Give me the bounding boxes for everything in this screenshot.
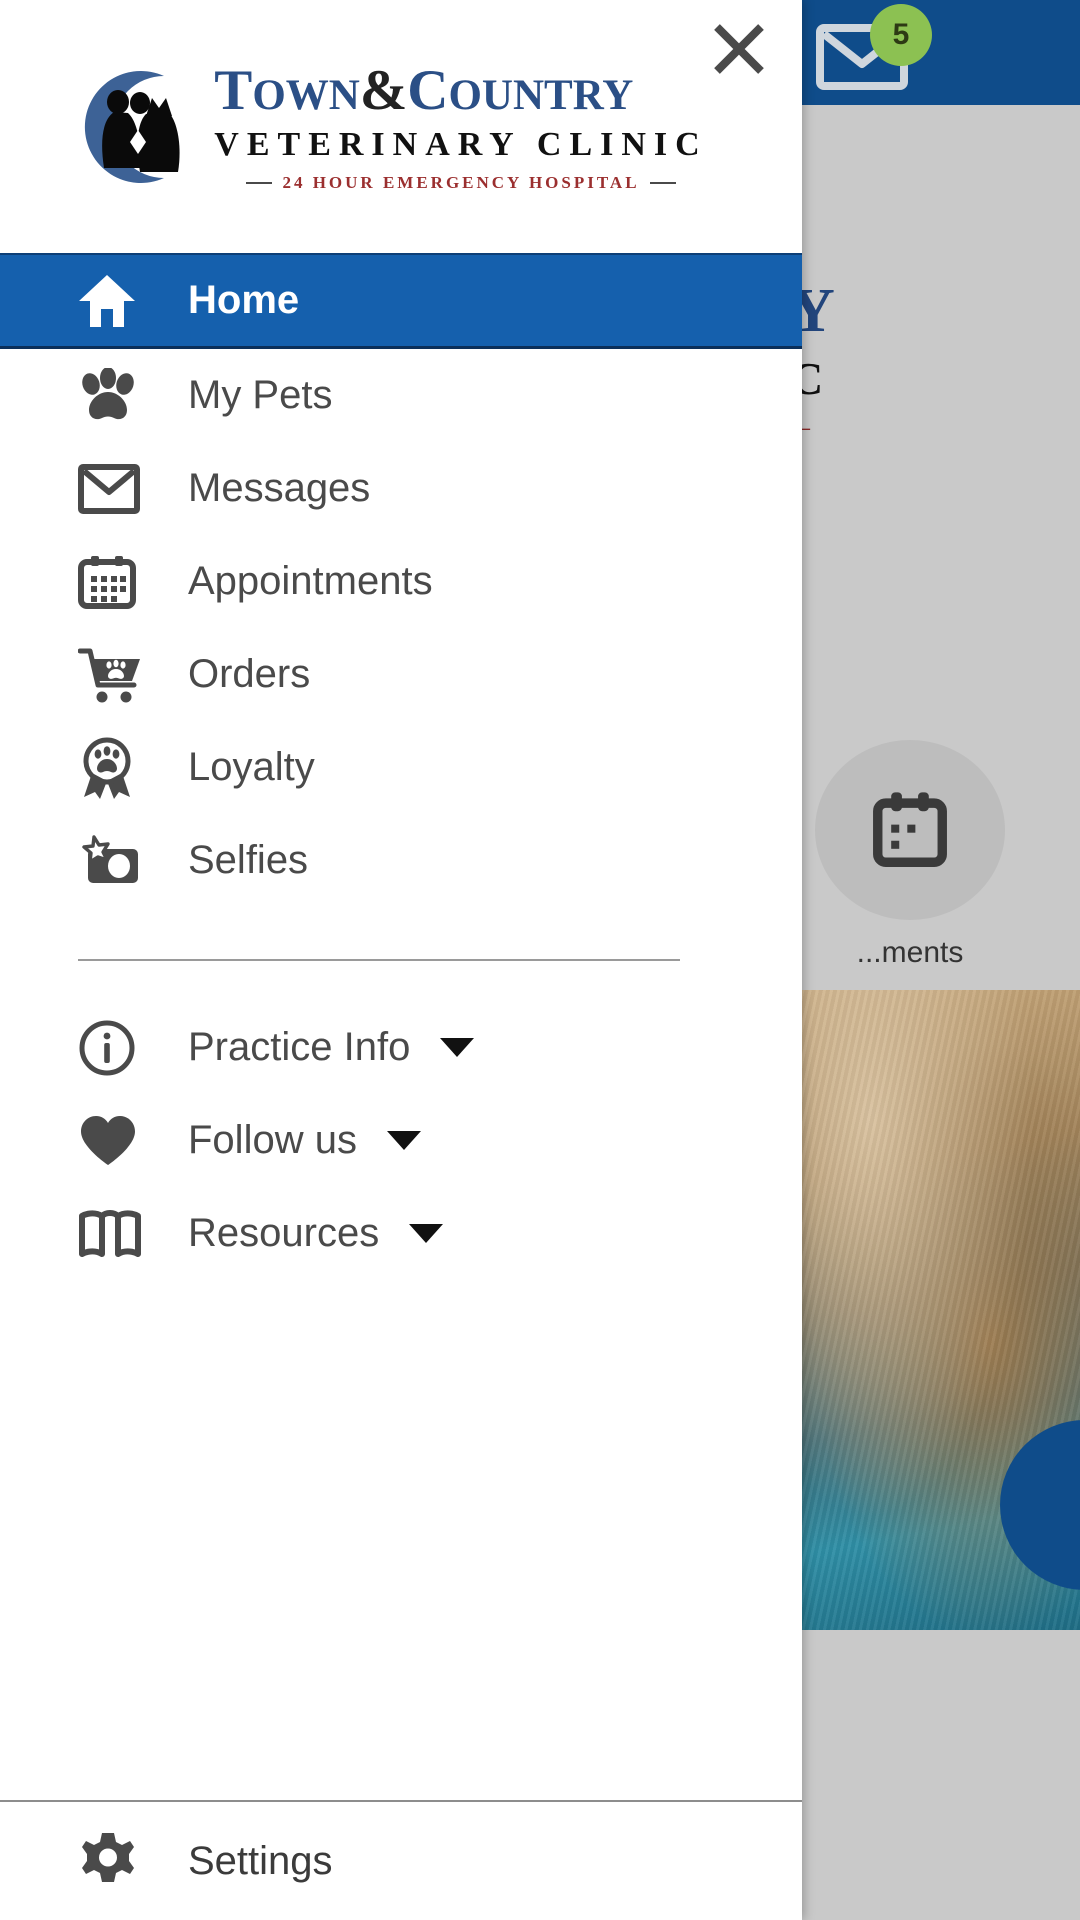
chevron-down-icon[interactable] [409, 1224, 444, 1243]
sidebar-item-messages[interactable]: Messages [0, 442, 802, 535]
sidebar-item-appointments[interactable]: Appointments [0, 535, 802, 628]
logo-subtitle: 24 HOUR EMERGENCY HOSPITAL [282, 173, 640, 192]
chevron-down-icon[interactable] [386, 1131, 421, 1150]
drawer-footer: Settings [0, 1800, 802, 1920]
sidebar-item-label: Resources [188, 1211, 380, 1255]
drawer-header: TOWN&COUNTRY VETERINARY CLINIC 24 HOUR E… [0, 0, 802, 253]
secondary-nav-list: Practice Info Follow us Resources [0, 961, 802, 1280]
sidebar-item-label: Loyalty [188, 745, 315, 789]
sidebar-item-label: Follow us [188, 1118, 357, 1162]
sidebar-item-selfies[interactable]: Selfies [0, 814, 802, 907]
sidebar-item-label: Messages [188, 466, 371, 510]
home-icon [78, 273, 154, 329]
primary-nav-list: Home My Pets Messages Appointments Order… [0, 253, 802, 907]
envelope-icon [78, 463, 154, 514]
background-appointments-tile[interactable]: ...ments [760, 740, 1060, 970]
sidebar-item-label: Settings [188, 1838, 333, 1883]
cart-paw-icon [78, 647, 154, 703]
clinic-logo: TOWN&COUNTRY VETERINARY CLINIC 24 HOUR E… [78, 62, 707, 191]
logo-line-2: VETERINARY CLINIC [214, 126, 708, 163]
logo-line-3: 24 HOUR EMERGENCY HOSPITAL [214, 174, 707, 191]
sidebar-item-follow-us[interactable]: Follow us [0, 1094, 802, 1187]
sidebar-item-label: Orders [188, 652, 311, 696]
drawer-nav-scroll: Home My Pets Messages Appointments Order… [0, 253, 802, 1800]
sidebar-item-my-pets[interactable]: My Pets [0, 349, 802, 442]
sidebar-item-label: Home [188, 278, 300, 322]
sidebar-item-orders[interactable]: Orders [0, 628, 802, 721]
calendar-icon [78, 554, 154, 610]
camera-star-icon [78, 834, 154, 887]
sidebar-item-home[interactable]: Home [0, 253, 802, 349]
paw-icon [78, 367, 154, 424]
gear-icon [78, 1831, 154, 1891]
sidebar-item-settings[interactable]: Settings [0, 1802, 802, 1920]
sidebar-item-label: Appointments [188, 559, 433, 603]
open-book-icon [78, 1208, 154, 1260]
sidebar-item-label: Practice Info [188, 1025, 411, 1069]
background-tile-label: ...ments [856, 936, 964, 969]
chevron-down-icon[interactable] [440, 1038, 475, 1057]
unread-count-badge: 5 [870, 4, 932, 66]
logo-line-1: TOWN&COUNTRY [214, 59, 634, 122]
sidebar-item-loyalty[interactable]: Loyalty [0, 721, 802, 814]
close-icon[interactable] [696, 6, 782, 92]
info-circle-icon [78, 1019, 154, 1077]
navigation-drawer: TOWN&COUNTRY VETERINARY CLINIC 24 HOUR E… [0, 0, 802, 1920]
calendar-icon [815, 740, 1005, 920]
sidebar-item-practice-info[interactable]: Practice Info [0, 1001, 802, 1094]
cat-dog-crescent-logo-icon [78, 68, 198, 186]
sidebar-item-resources[interactable]: Resources [0, 1187, 802, 1280]
sidebar-item-label: My Pets [188, 373, 333, 417]
sidebar-item-label: Selfies [188, 838, 309, 882]
heart-icon [78, 1114, 154, 1168]
award-paw-icon [78, 737, 154, 799]
